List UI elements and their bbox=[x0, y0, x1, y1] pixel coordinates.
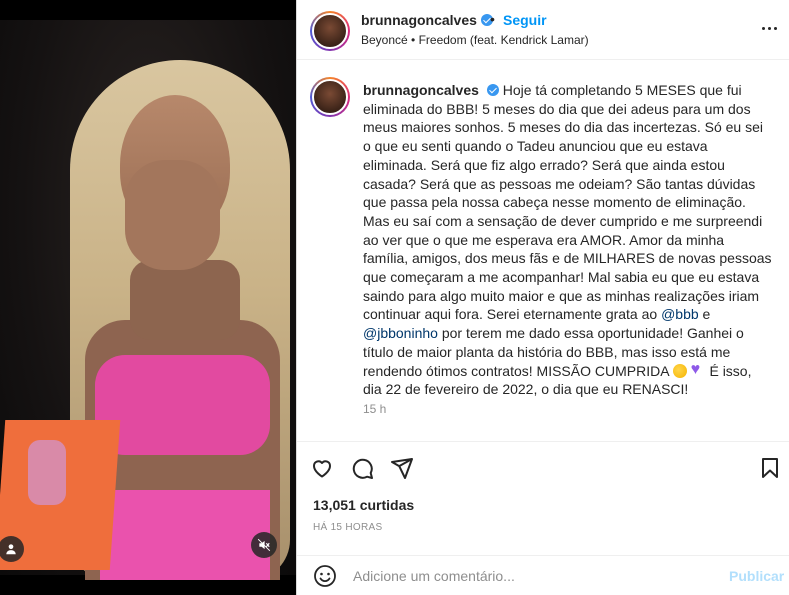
comment-composer: Publicar bbox=[297, 555, 789, 595]
muted-speaker-icon[interactable] bbox=[251, 532, 277, 558]
avatar[interactable] bbox=[310, 11, 350, 51]
bookmark-icon[interactable] bbox=[757, 455, 783, 481]
post-detail-panel: brunnagoncalves • Seguir Beyoncé • Freed… bbox=[296, 0, 789, 595]
caption-username[interactable]: brunnagoncalves bbox=[363, 82, 479, 98]
publish-button[interactable]: Publicar bbox=[729, 568, 784, 584]
mention-bbb[interactable]: @bbb bbox=[661, 306, 699, 322]
video-figure-bottom bbox=[100, 490, 270, 580]
caption-timestamp[interactable]: 15 h bbox=[363, 402, 386, 416]
separator-dot: • bbox=[490, 11, 495, 27]
caption-text-2: e bbox=[698, 306, 711, 323]
video-bag-tag bbox=[28, 440, 66, 505]
comment-icon[interactable] bbox=[349, 455, 375, 481]
caption-avatar[interactable] bbox=[310, 77, 350, 117]
comment-input[interactable] bbox=[353, 565, 703, 587]
send-icon[interactable] bbox=[389, 455, 415, 481]
comments-section: brunnagoncalves Hoje tá completando 5 ME… bbox=[297, 60, 789, 442]
post-caption: brunnagoncalves Hoje tá completando 5 ME… bbox=[363, 81, 773, 399]
instagram-post-view: brunnagoncalves • Seguir Beyoncé • Freed… bbox=[0, 0, 789, 595]
caption-text-1: Hoje tá completando 5 MESES que fui elim… bbox=[363, 82, 772, 323]
header-username[interactable]: brunnagoncalves bbox=[361, 12, 493, 28]
follow-button[interactable]: Seguir bbox=[503, 12, 547, 28]
more-horizontal-icon[interactable] bbox=[758, 17, 780, 39]
post-age[interactable]: HÁ 15 HORAS bbox=[313, 522, 382, 533]
username-link[interactable]: brunnagoncalves bbox=[361, 12, 477, 28]
heart-icon[interactable] bbox=[309, 455, 335, 481]
video-figure-neck bbox=[130, 260, 240, 340]
purple-heart-emoji-icon bbox=[691, 361, 706, 380]
post-video[interactable] bbox=[0, 0, 296, 595]
post-header: brunnagoncalves • Seguir Beyoncé • Freed… bbox=[297, 0, 789, 60]
action-bar bbox=[297, 443, 789, 493]
audio-track-link[interactable]: Beyoncé • Freedom (feat. Kendrick Lamar) bbox=[361, 33, 589, 47]
rofl-emoji-icon bbox=[672, 363, 687, 378]
video-figure-hands bbox=[125, 160, 220, 270]
mention-jbboninho[interactable]: @jbboninho bbox=[363, 325, 438, 341]
like-count[interactable]: 13,051 curtidas bbox=[313, 497, 414, 513]
verified-badge-icon bbox=[486, 84, 499, 96]
video-figure-top bbox=[95, 355, 270, 455]
smile-icon[interactable] bbox=[313, 564, 337, 588]
